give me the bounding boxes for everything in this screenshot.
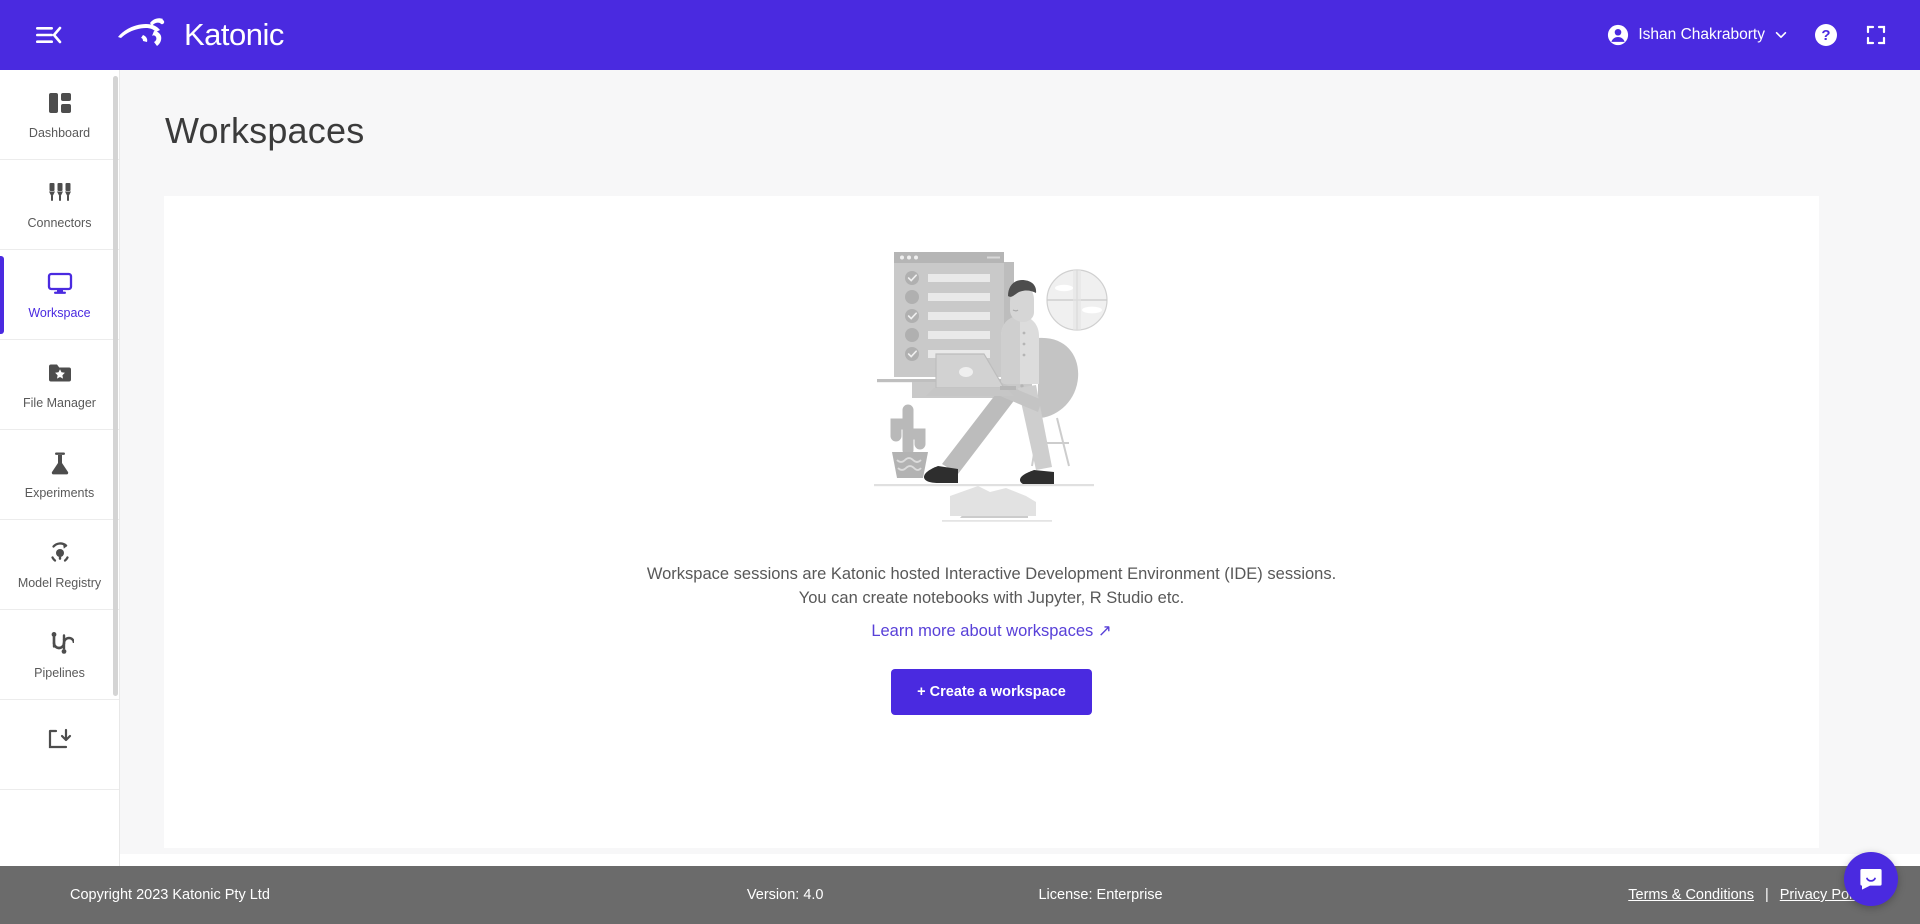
- sidebar-item-label: File Manager: [23, 396, 96, 410]
- empty-state-description: Workspace sessions are Katonic hosted In…: [647, 563, 1336, 644]
- sidebar-item-label: Dashboard: [28, 126, 91, 140]
- fullscreen-expand-icon[interactable]: [1864, 23, 1888, 47]
- sidebar-item-connectors[interactable]: Connectors: [0, 160, 119, 250]
- sidebar-item-model-registry[interactable]: Model Registry: [0, 520, 119, 610]
- user-menu[interactable]: Ishan Chakraborty: [1607, 24, 1788, 46]
- sidebar-item-experiments[interactable]: Experiments: [0, 430, 119, 520]
- learn-more-link[interactable]: Learn more about workspaces ↗: [871, 620, 1111, 644]
- menu-collapse-icon[interactable]: [28, 15, 68, 55]
- footer-links: Terms & Conditions | Privacy Policy: [1628, 887, 1870, 903]
- sidebar-item-pipelines[interactable]: Pipelines: [0, 610, 119, 700]
- katonic-kangaroo-logo: [118, 18, 165, 46]
- page-title: Workspaces: [165, 110, 365, 151]
- svg-text:?: ?: [1821, 27, 1830, 44]
- help-question-icon[interactable]: ?: [1814, 23, 1838, 47]
- workspace-monitor-icon: [47, 272, 72, 294]
- model-registry-icon: [50, 542, 69, 562]
- main-content: Workspaces Workspace sessions are Katoni…: [120, 70, 1920, 854]
- sidebar-scroll-area: Dashboard Connectors Workspace File Mana…: [0, 70, 119, 924]
- sidebar-item-file-manager[interactable]: File Manager: [0, 340, 119, 430]
- footer: Copyright 2023 Katonic Pty Ltd Version: …: [0, 866, 1920, 924]
- chevron-down-icon: [1775, 31, 1787, 39]
- sidebar-item-label: Experiments: [24, 486, 95, 500]
- header-actions: Ishan Chakraborty ?: [1607, 23, 1888, 47]
- empty-state-line-2: You can create notebooks with Jupyter, R…: [798, 588, 1185, 607]
- brand-logo[interactable]: Katonic: [110, 15, 284, 55]
- brand-name: Katonic: [184, 17, 284, 52]
- pipelines-icon: [51, 632, 74, 654]
- footer-link-separator: |: [1764, 887, 1769, 903]
- sidebar-item-label: Connectors: [27, 216, 92, 230]
- sidebar: Dashboard Connectors Workspace File Mana…: [0, 70, 120, 924]
- empty-state-card: Workspace sessions are Katonic hosted In…: [164, 196, 1819, 848]
- footer-version: Version: 4.0: [746, 887, 824, 903]
- dashboard-grid-icon: [48, 93, 71, 113]
- footer-copyright: Copyright 2023 Katonic Pty Ltd: [70, 887, 270, 903]
- empty-state-line-1: Workspace sessions are Katonic hosted In…: [646, 565, 1337, 583]
- footer-license: License: Enterprise: [1038, 887, 1163, 903]
- sidebar-item-label: Model Registry: [17, 576, 102, 590]
- folder-star-icon: [48, 364, 71, 382]
- top-header: Katonic Ishan Chakraborty ?: [0, 0, 1920, 70]
- user-avatar-icon: [1608, 24, 1629, 46]
- sidebar-scrollbar[interactable]: [113, 76, 118, 696]
- chat-bubble-icon: [1860, 869, 1882, 890]
- chat-widget-button[interactable]: [1844, 852, 1898, 906]
- deploy-icon: [48, 728, 71, 749]
- app-root: Katonic Ishan Chakraborty ? Dashboard Co…: [0, 0, 1920, 924]
- terms-conditions-link[interactable]: Terms & Conditions: [1628, 887, 1754, 903]
- sidebar-item-deploy[interactable]: [0, 700, 119, 790]
- sidebar-item-label: Workspace: [28, 306, 91, 320]
- connectors-plug-icon: [48, 183, 71, 201]
- create-workspace-button[interactable]: + Create a workspace: [891, 668, 1092, 715]
- flask-icon: [51, 452, 68, 475]
- sidebar-item-workspace[interactable]: Workspace: [0, 250, 119, 340]
- sidebar-item-label: Pipelines: [34, 666, 85, 680]
- workspace-empty-state-illustration: [842, 238, 1142, 543]
- user-name: Ishan Chakraborty: [1638, 26, 1765, 43]
- sidebar-item-dashboard[interactable]: Dashboard: [0, 70, 119, 160]
